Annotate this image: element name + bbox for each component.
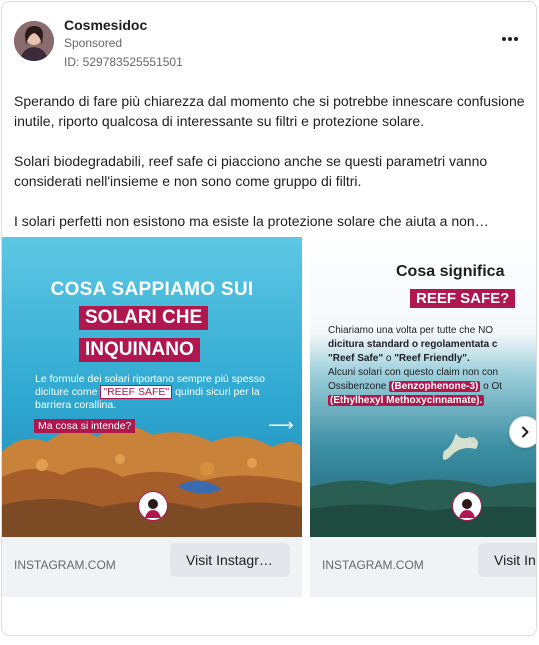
reef-safe-highlight: "REEF SAFE" — [100, 385, 173, 399]
slide-paragraph: Chiariamo una volta per tutte che NO dic… — [328, 324, 536, 408]
brand-logo-icon — [138, 491, 168, 521]
ingredient-tag: (Ethylhexyl Methoxycinnamate). — [328, 395, 485, 406]
slide-title: COSA SAPPIAMO SUI — [50, 279, 254, 300]
ad-id: ID: 529783525551501 — [64, 55, 183, 69]
brand-logo-icon — [452, 491, 482, 521]
slide-title-box: INQUINANO — [79, 338, 200, 362]
slide-text: "Reef Friendly". — [394, 353, 470, 364]
carousel-next-button[interactable] — [509, 416, 536, 448]
slide-text: (Ethylhexyl Methoxycinnamate). — [328, 394, 536, 408]
post-paragraph: Sperando di fare più chiarezza dal momen… — [14, 93, 525, 129]
carousel-card-image[interactable]: COSA SAPPIAMO SUI SOLARI CHE INQUINANO L… — [2, 237, 302, 537]
page-avatar[interactable] — [14, 21, 54, 61]
slide-text: Ossibenzone (Benzophenone-3) o Ot — [328, 380, 536, 394]
slide-text: o — [383, 353, 395, 364]
visit-instagram-button[interactable]: Visit Instagr… — [170, 543, 290, 577]
post-paragraph: I solari perfetti non esistono ma esiste… — [14, 213, 489, 229]
carousel-card[interactable]: COSA SAPPIAMO SUI SOLARI CHE INQUINANO L… — [2, 237, 302, 597]
post-body: Sperando di fare più chiarezza dal momen… — [14, 91, 528, 231]
slide-paragraph: Le formule dei solari riportano sempre p… — [35, 373, 283, 412]
slide-text: o Ot — [480, 381, 503, 392]
carousel: COSA SAPPIAMO SUI SOLARI CHE INQUINANO L… — [2, 237, 536, 597]
slide-title-box: REEF SAFE? — [410, 289, 516, 308]
ingredient-tag: (Benzophenone-3) — [389, 381, 481, 392]
slide-text: Ossibenzone — [328, 381, 390, 392]
slide-text: dicitura standard o regolamentata c — [328, 339, 498, 350]
carousel-card-footer: INSTAGRAM.COM Visit Ins — [310, 537, 536, 597]
slide-text: Chiariamo una volta per tutte che NO — [328, 325, 494, 336]
slide-title: Cosa significa — [396, 263, 505, 280]
chevron-right-icon — [522, 426, 529, 438]
visit-instagram-button[interactable]: Visit Ins — [478, 543, 536, 577]
page-name[interactable]: Cosmesidoc — [64, 17, 147, 33]
slide-text: "Reef Safe" o "Reef Friendly". — [328, 352, 536, 366]
ad-card: Cosmesidoc Sponsored ID: 529783525551501… — [1, 1, 537, 636]
slide-text: Alcuni solari con questo claim non con — [328, 367, 499, 378]
slide-question: Ma cosa si intende? — [34, 419, 136, 433]
carousel-card[interactable]: Cosa significa REEF SAFE? Chiariamo una … — [310, 237, 536, 597]
link-domain: INSTAGRAM.COM — [322, 558, 424, 572]
carousel-card-image[interactable]: Cosa significa REEF SAFE? Chiariamo una … — [310, 237, 536, 537]
slide-title-box: SOLARI CHE — [79, 306, 209, 330]
slide-text: "Reef Safe" — [328, 353, 384, 364]
more-options-button[interactable] — [498, 32, 522, 46]
carousel-card-footer: INSTAGRAM.COM Visit Instagr… — [2, 537, 302, 597]
more-horizontal-icon — [502, 37, 506, 41]
arrow-right-icon: ⟶ — [268, 415, 294, 435]
sponsored-label: Sponsored — [64, 36, 123, 50]
link-domain: INSTAGRAM.COM — [14, 558, 116, 572]
post-paragraph: Solari biodegradabili, reef safe ci piac… — [14, 153, 488, 189]
